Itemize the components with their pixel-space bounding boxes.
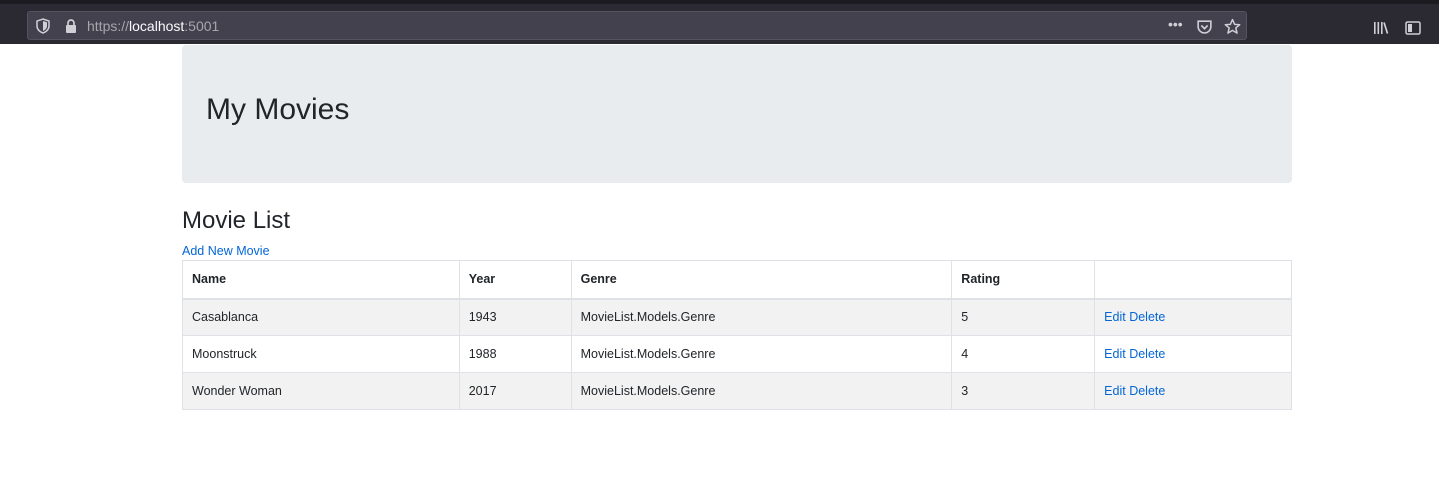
cell-year: 1943 [458,298,572,336]
more-icon[interactable]: ••• [1168,16,1186,34]
star-icon[interactable] [1224,18,1242,36]
column-header-name: Name [182,260,460,300]
cell-year: 1988 [458,335,572,373]
table-row: Casablanca 1943 MovieList.Models.Genre 5… [182,298,1292,336]
table-header-row: Name Year Genre Rating [182,260,1292,300]
cell-actions: Edit Delete [1094,372,1292,410]
cell-rating: 4 [951,335,1096,373]
delete-link[interactable]: Delete [1129,310,1165,324]
column-header-year: Year [458,260,572,300]
table-row: Moonstruck 1988 MovieList.Models.Genre 4… [182,335,1292,373]
cell-rating: 3 [951,372,1096,410]
movie-table: Name Year Genre Rating Casablanca 1943 M… [182,260,1292,410]
cell-rating: 5 [951,298,1096,336]
cell-actions: Edit Delete [1094,298,1292,336]
jumbotron: My Movies [182,45,1292,183]
column-header-genre: Genre [570,260,953,300]
address-bar[interactable]: https://localhost:5001 ••• [27,11,1247,40]
browser-toolbar: https://localhost:5001 ••• [0,0,1439,44]
cell-genre: MovieList.Models.Genre [570,372,953,410]
url-text[interactable]: https://localhost:5001 [87,18,219,34]
shield-icon[interactable] [35,18,51,34]
add-new-movie-link[interactable]: Add New Movie [182,244,270,258]
page-title: My Movies [206,93,350,126]
edit-link[interactable]: Edit [1104,347,1126,361]
delete-link[interactable]: Delete [1129,384,1165,398]
cell-actions: Edit Delete [1094,335,1292,373]
sidebar-icon[interactable] [1404,19,1422,37]
delete-link[interactable]: Delete [1129,347,1165,361]
library-icon[interactable] [1372,19,1390,37]
edit-link[interactable]: Edit [1104,384,1126,398]
cell-genre: MovieList.Models.Genre [570,298,953,336]
table-row: Wonder Woman 2017 MovieList.Models.Genre… [182,372,1292,410]
cell-year: 2017 [458,372,572,410]
section-title: Movie List [182,207,291,234]
cell-name: Moonstruck [182,335,460,373]
cell-genre: MovieList.Models.Genre [570,335,953,373]
lock-icon[interactable] [63,18,79,34]
cell-name: Casablanca [182,298,460,336]
column-header-actions [1094,260,1292,300]
cell-name: Wonder Woman [182,372,460,410]
pocket-icon[interactable] [1196,18,1214,36]
edit-link[interactable]: Edit [1104,310,1126,324]
column-header-rating: Rating [951,260,1096,300]
